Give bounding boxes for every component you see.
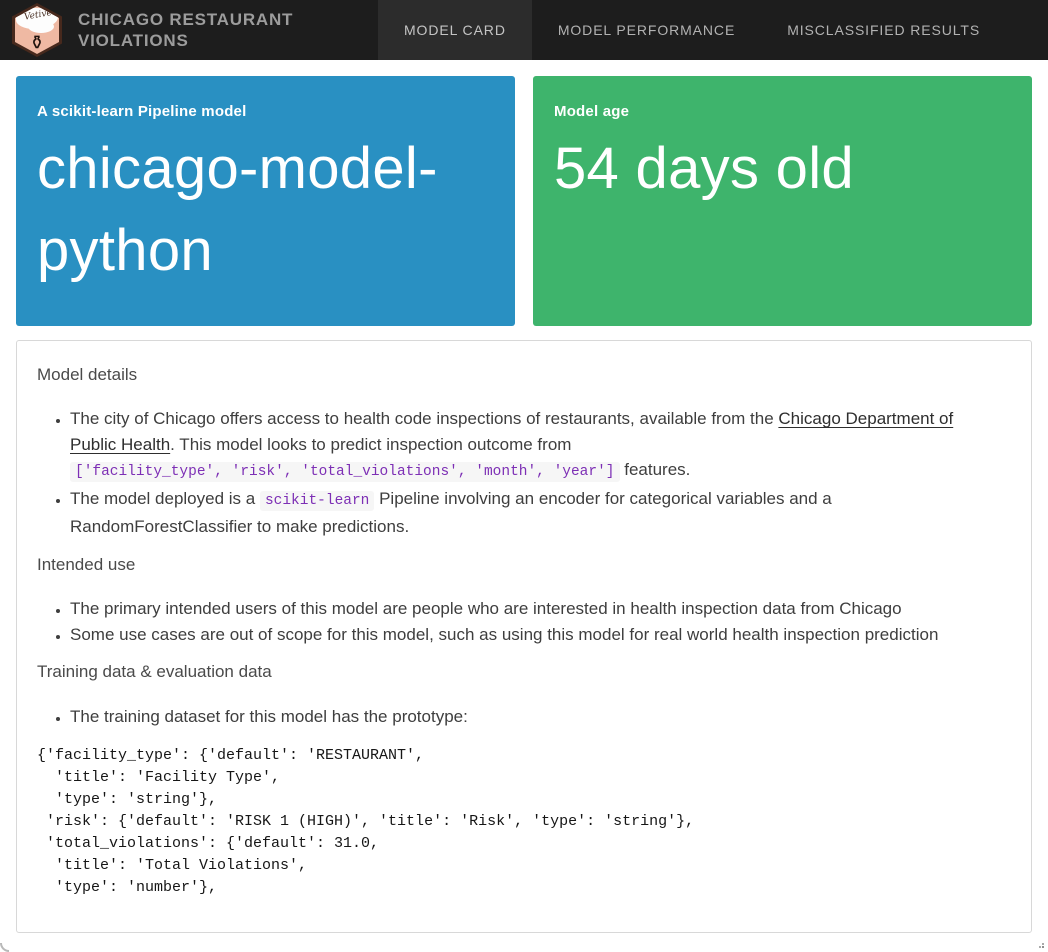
app-brand: Vetiver ⚱ CHICAGO RESTAURANT VIOLATIONS bbox=[0, 0, 378, 60]
main-content: A scikit-learn Pipeline model chicago-mo… bbox=[0, 76, 1048, 933]
value-box-model-age: Model age 54 days old bbox=[533, 76, 1032, 326]
value-box-label: Model age bbox=[554, 103, 1011, 120]
window-corner-artifact bbox=[0, 943, 9, 952]
bullet-text: . This model looks to predict inspection… bbox=[170, 435, 571, 454]
scikit-learn-inline-code: scikit-learn bbox=[260, 491, 374, 511]
app-title: CHICAGO RESTAURANT VIOLATIONS bbox=[78, 9, 328, 52]
training-data-list: The training dataset for this model has … bbox=[37, 704, 1007, 730]
tab-misclassified-results[interactable]: MISCLASSIFIED RESULTS bbox=[761, 0, 1006, 60]
model-name-value: chicago-model-python bbox=[37, 128, 494, 293]
amphora-icon: ⚱ bbox=[29, 34, 45, 53]
list-item: Some use cases are out of scope for this… bbox=[70, 622, 1007, 648]
value-box-model-name: A scikit-learn Pipeline model chicago-mo… bbox=[16, 76, 515, 326]
navbar: Vetiver ⚱ CHICAGO RESTAURANT VIOLATIONS … bbox=[0, 0, 1048, 60]
model-card-panel: Model details The city of Chicago offers… bbox=[16, 340, 1032, 933]
tab-model-card[interactable]: MODEL CARD bbox=[378, 0, 532, 60]
intended-use-list: The primary intended users of this model… bbox=[37, 596, 1007, 647]
vetiver-logo-background: Vetiver ⚱ bbox=[15, 6, 59, 54]
section-heading-model-details: Model details bbox=[37, 365, 1007, 385]
model-age-value: 54 days old bbox=[554, 128, 1011, 210]
bullet-text: The city of Chicago offers access to hea… bbox=[70, 409, 778, 428]
section-heading-training-data: Training data & evaluation data bbox=[37, 662, 1007, 682]
list-item: The city of Chicago offers access to hea… bbox=[70, 406, 1007, 486]
list-item: The model deployed is a scikit-learn Pip… bbox=[70, 486, 1007, 540]
bullet-text: features. bbox=[620, 460, 691, 479]
vetiver-logo-icon: Vetiver ⚱ bbox=[12, 3, 62, 57]
features-inline-code: ['facility_type', 'risk', 'total_violati… bbox=[70, 462, 620, 482]
nav-tabs: MODEL CARD MODEL PERFORMANCE MISCLASSIFI… bbox=[378, 0, 1006, 60]
model-details-list: The city of Chicago offers access to hea… bbox=[37, 406, 1007, 540]
section-heading-intended-use: Intended use bbox=[37, 555, 1007, 575]
resize-grip-icon bbox=[1042, 946, 1044, 948]
value-box-row: A scikit-learn Pipeline model chicago-mo… bbox=[16, 76, 1032, 326]
list-item: The training dataset for this model has … bbox=[70, 704, 1007, 730]
value-box-label: A scikit-learn Pipeline model bbox=[37, 103, 494, 120]
bullet-text: The model deployed is a bbox=[70, 489, 260, 508]
tab-model-performance[interactable]: MODEL PERFORMANCE bbox=[532, 0, 761, 60]
prototype-code-block: {'facility_type': {'default': 'RESTAURAN… bbox=[37, 745, 1007, 899]
list-item: The primary intended users of this model… bbox=[70, 596, 1007, 622]
